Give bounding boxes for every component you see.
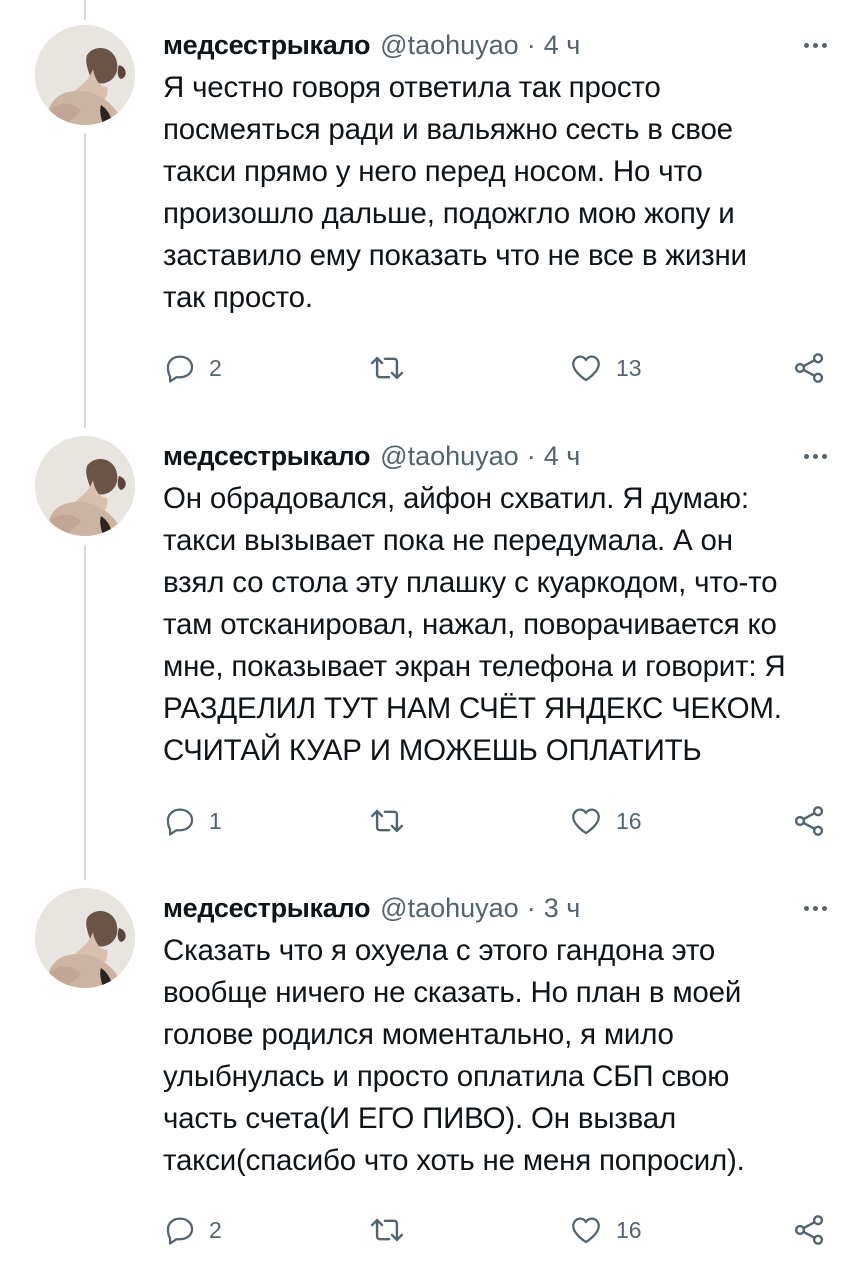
more-icon[interactable] [804,436,827,476]
timestamp[interactable]: 3 ч [544,893,581,924]
avatar[interactable] [35,888,135,988]
tweet-text: Я честно говоря ответила так просто посм… [163,71,747,314]
reply-button[interactable]: 1 [163,801,222,841]
author-handle[interactable]: @taohuyao [380,30,519,61]
tweet-text: Он обрадовался, айфон схватил. Я думаю: … [163,482,786,767]
reply-icon [163,351,197,385]
retweet-icon [368,1213,406,1247]
tweet-header: медсестрыкало @taohuyao · 4 ч [163,25,580,65]
timestamp[interactable]: 4 ч [544,441,581,472]
separator: · [526,440,536,471]
like-count: 16 [616,1216,642,1243]
tweet-actions: 2 16 [163,1210,833,1250]
more-icon[interactable] [804,888,827,928]
reply-count: 1 [209,807,222,834]
avatar[interactable] [35,25,135,125]
separator: · [526,29,536,60]
like-button[interactable]: 16 [568,801,642,841]
thread-line [84,133,86,428]
tweet-text: Сказать что я охуела с этого гандона это… [163,934,745,1177]
tweet-actions: 1 16 [163,801,833,841]
tweet-header: медсестрыкало @taohuyao · 3 ч [163,888,580,928]
thread-line [84,545,86,880]
author-name[interactable]: медсестрыкало [163,30,370,61]
author-handle[interactable]: @taohuyao [380,441,519,472]
heart-icon [568,351,604,385]
author-handle[interactable]: @taohuyao [380,893,519,924]
heart-icon [568,1213,604,1247]
reply-icon [163,1213,197,1247]
heart-icon [568,804,604,838]
reply-button[interactable]: 2 [163,348,222,388]
retweet-button[interactable] [368,348,406,388]
tweet-header: медсестрыкало @taohuyao · 4 ч [163,436,580,476]
retweet-icon [368,351,406,385]
reply-count: 2 [209,1216,222,1243]
separator: · [526,892,536,923]
retweet-button[interactable] [368,801,406,841]
like-button[interactable]: 13 [568,348,642,388]
thread-line [84,0,86,20]
share-button[interactable] [791,801,827,841]
tweet-actions: 2 13 [163,348,833,388]
author-name[interactable]: медсестрыкало [163,893,370,924]
author-name[interactable]: медсестрыкало [163,441,370,472]
like-count: 16 [616,807,642,834]
share-button[interactable] [791,348,827,388]
reply-icon [163,804,197,838]
reply-button[interactable]: 2 [163,1210,222,1250]
timestamp[interactable]: 4 ч [544,30,581,61]
share-icon [791,1212,827,1248]
like-count: 13 [616,354,642,381]
retweet-icon [368,804,406,838]
reply-count: 2 [209,354,222,381]
like-button[interactable]: 16 [568,1210,642,1250]
avatar[interactable] [35,436,135,536]
share-icon [791,803,827,839]
more-icon[interactable] [804,25,827,65]
share-icon [791,350,827,386]
share-button[interactable] [791,1210,827,1250]
retweet-button[interactable] [368,1210,406,1250]
